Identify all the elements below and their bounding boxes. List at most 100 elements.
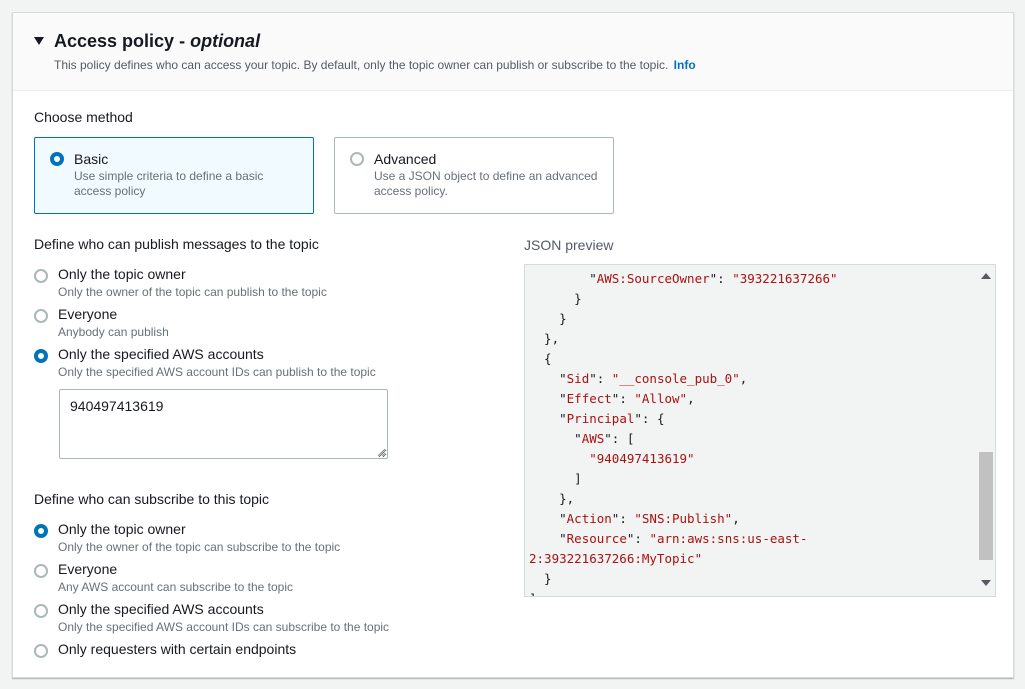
- json-string-token: "SNS:Publish": [634, 511, 733, 526]
- publish-specified-description: Only the specified AWS account IDs can p…: [58, 365, 376, 379]
- method-tile-basic[interactable]: Basic Use simple criteria to define a ba…: [34, 137, 314, 214]
- publish-owner-radio[interactable]: [34, 269, 48, 283]
- publish-owner-description: Only the owner of the topic can publish …: [58, 285, 327, 299]
- json-punct-token: ": [529, 511, 567, 526]
- json-string-token: Action: [566, 511, 612, 526]
- method-advanced-description: Use a JSON object to define an advanced …: [374, 169, 598, 198]
- json-code-line: }: [525, 309, 977, 329]
- json-code-line: "Action": "SNS:Publish",: [525, 509, 977, 529]
- publish-specified-radio[interactable]: [34, 349, 48, 363]
- panel-title[interactable]: Access policy - optional: [54, 31, 260, 52]
- json-punct-token: ,: [739, 371, 748, 386]
- subscribe-owner-radio[interactable]: [34, 524, 48, 538]
- panel-description: This policy defines who can access your …: [54, 58, 696, 72]
- json-code-line: }: [525, 569, 977, 589]
- json-punct-token: ": [: [604, 431, 635, 446]
- subscribe-specified-description: Only the specified AWS account IDs can s…: [58, 620, 390, 634]
- json-punct-token: ": [529, 371, 567, 386]
- subscribe-owner-title: Only the topic owner: [58, 521, 186, 537]
- json-string-token: "Allow": [634, 391, 688, 406]
- json-preview-code: "AWS:SourceOwner": "393221637266" } } },…: [525, 265, 977, 596]
- json-code-line: ]: [525, 589, 977, 596]
- json-punct-token: ":: [611, 511, 635, 526]
- method-advanced-radio[interactable]: [350, 152, 364, 166]
- json-punct-token: ":: [611, 391, 635, 406]
- json-punct-token: },: [529, 331, 560, 346]
- json-punct-token: ":: [626, 531, 650, 546]
- subscribe-section-label: Define who can subscribe to this topic: [34, 491, 270, 507]
- subscribe-option-everyone[interactable]: Everyone Any AWS account can subscribe t…: [34, 561, 494, 599]
- json-punct-token: ": [529, 391, 567, 406]
- json-code-line: "Effect": "Allow",: [525, 389, 977, 409]
- subscribe-specified-radio[interactable]: [34, 604, 48, 618]
- json-punct-token: {: [529, 351, 552, 366]
- json-code-line: ]: [525, 469, 977, 489]
- json-string-token: Sid: [566, 371, 590, 386]
- json-punct-token: ,: [687, 391, 695, 406]
- json-punct-token: ":: [589, 371, 612, 386]
- scroll-down-arrow-icon[interactable]: [981, 580, 991, 586]
- publish-everyone-title: Everyone: [58, 306, 118, 322]
- caret-down-icon[interactable]: [34, 37, 44, 45]
- access-policy-panel: Access policy - optional This policy def…: [12, 12, 1014, 678]
- method-basic-title: Basic: [74, 151, 109, 167]
- subscribe-option-specified-accounts[interactable]: Only the specified AWS accounts Only the…: [34, 601, 494, 639]
- method-basic-radio[interactable]: [50, 152, 64, 166]
- publish-section-label: Define who can publish messages to the t…: [34, 236, 319, 252]
- json-code-line: 2:393221637266:MyTopic": [525, 549, 977, 569]
- json-punct-token: }: [529, 571, 552, 586]
- publish-accounts-input[interactable]: 940497413619: [59, 389, 388, 459]
- choose-method-label: Choose method: [34, 109, 133, 125]
- panel-description-text: This policy defines who can access your …: [54, 58, 669, 72]
- json-punct-token: ": [529, 531, 567, 546]
- json-punct-token: ,: [732, 511, 740, 526]
- panel-title-optional: optional: [190, 31, 261, 51]
- subscribe-specified-title: Only the specified AWS accounts: [58, 601, 264, 617]
- subscribe-option-owner[interactable]: Only the topic owner Only the owner of t…: [34, 521, 494, 559]
- subscribe-endpoints-radio[interactable]: [34, 644, 48, 658]
- subscribe-option-endpoints[interactable]: Only requesters with certain endpoints: [34, 641, 494, 677]
- json-string-token: 2:393221637266:MyTopic": [529, 551, 703, 566]
- json-string-token: AWS: [581, 431, 605, 446]
- info-link[interactable]: Info: [674, 58, 696, 72]
- json-punct-token: }: [529, 311, 567, 326]
- publish-option-owner[interactable]: Only the topic owner Only the owner of t…: [34, 266, 494, 304]
- json-punct-token: ]: [529, 591, 537, 596]
- method-tile-advanced[interactable]: Advanced Use a JSON object to define an …: [334, 137, 614, 214]
- subscribe-everyone-title: Everyone: [58, 561, 118, 577]
- method-advanced-title: Advanced: [374, 151, 437, 167]
- json-code-line: },: [525, 329, 977, 349]
- json-string-token: "940497413619": [589, 451, 695, 466]
- json-scrollbar[interactable]: [977, 265, 995, 596]
- json-code-line: }: [525, 289, 977, 309]
- scroll-up-arrow-icon[interactable]: [981, 273, 991, 279]
- json-code-line: "AWS:SourceOwner": "393221637266": [525, 269, 977, 289]
- json-code-line: "Resource": "arn:aws:sns:us-east-: [525, 529, 977, 549]
- json-punct-token: ]: [529, 471, 582, 486]
- publish-option-everyone[interactable]: Everyone Anybody can publish: [34, 306, 494, 344]
- json-preview-label: JSON preview: [524, 237, 614, 253]
- json-punct-token: }: [529, 291, 582, 306]
- subscribe-everyone-radio[interactable]: [34, 564, 48, 578]
- panel-header: Access policy - optional This policy def…: [13, 13, 1013, 91]
- json-preview-box[interactable]: "AWS:SourceOwner": "393221637266" } } },…: [524, 264, 996, 597]
- json-string-token: Resource: [566, 531, 627, 546]
- json-punct-token: ": [529, 411, 567, 426]
- json-code-line: "Sid": "__console_pub_0",: [525, 369, 977, 389]
- panel-title-separator: -: [174, 31, 191, 51]
- json-punct-token: ": [529, 431, 582, 446]
- json-string-token: AWS:SourceOwner: [596, 271, 710, 286]
- publish-specified-title: Only the specified AWS accounts: [58, 346, 264, 362]
- publish-everyone-radio[interactable]: [34, 309, 48, 323]
- json-string-token: Principal: [566, 411, 635, 426]
- subscribe-everyone-description: Any AWS account can subscribe to the top…: [58, 580, 294, 594]
- json-string-token: "__console_pub_0": [611, 371, 740, 386]
- json-punct-token: [529, 451, 589, 466]
- json-code-line: {: [525, 349, 977, 369]
- json-string-token: "393221637266": [732, 271, 838, 286]
- json-code-line: },: [525, 489, 977, 509]
- json-punct-token: ": {: [634, 411, 665, 426]
- subscribe-endpoints-title: Only requesters with certain endpoints: [58, 641, 297, 657]
- scrollbar-thumb[interactable]: [979, 452, 993, 560]
- publish-option-specified-accounts[interactable]: Only the specified AWS accounts Only the…: [34, 346, 494, 384]
